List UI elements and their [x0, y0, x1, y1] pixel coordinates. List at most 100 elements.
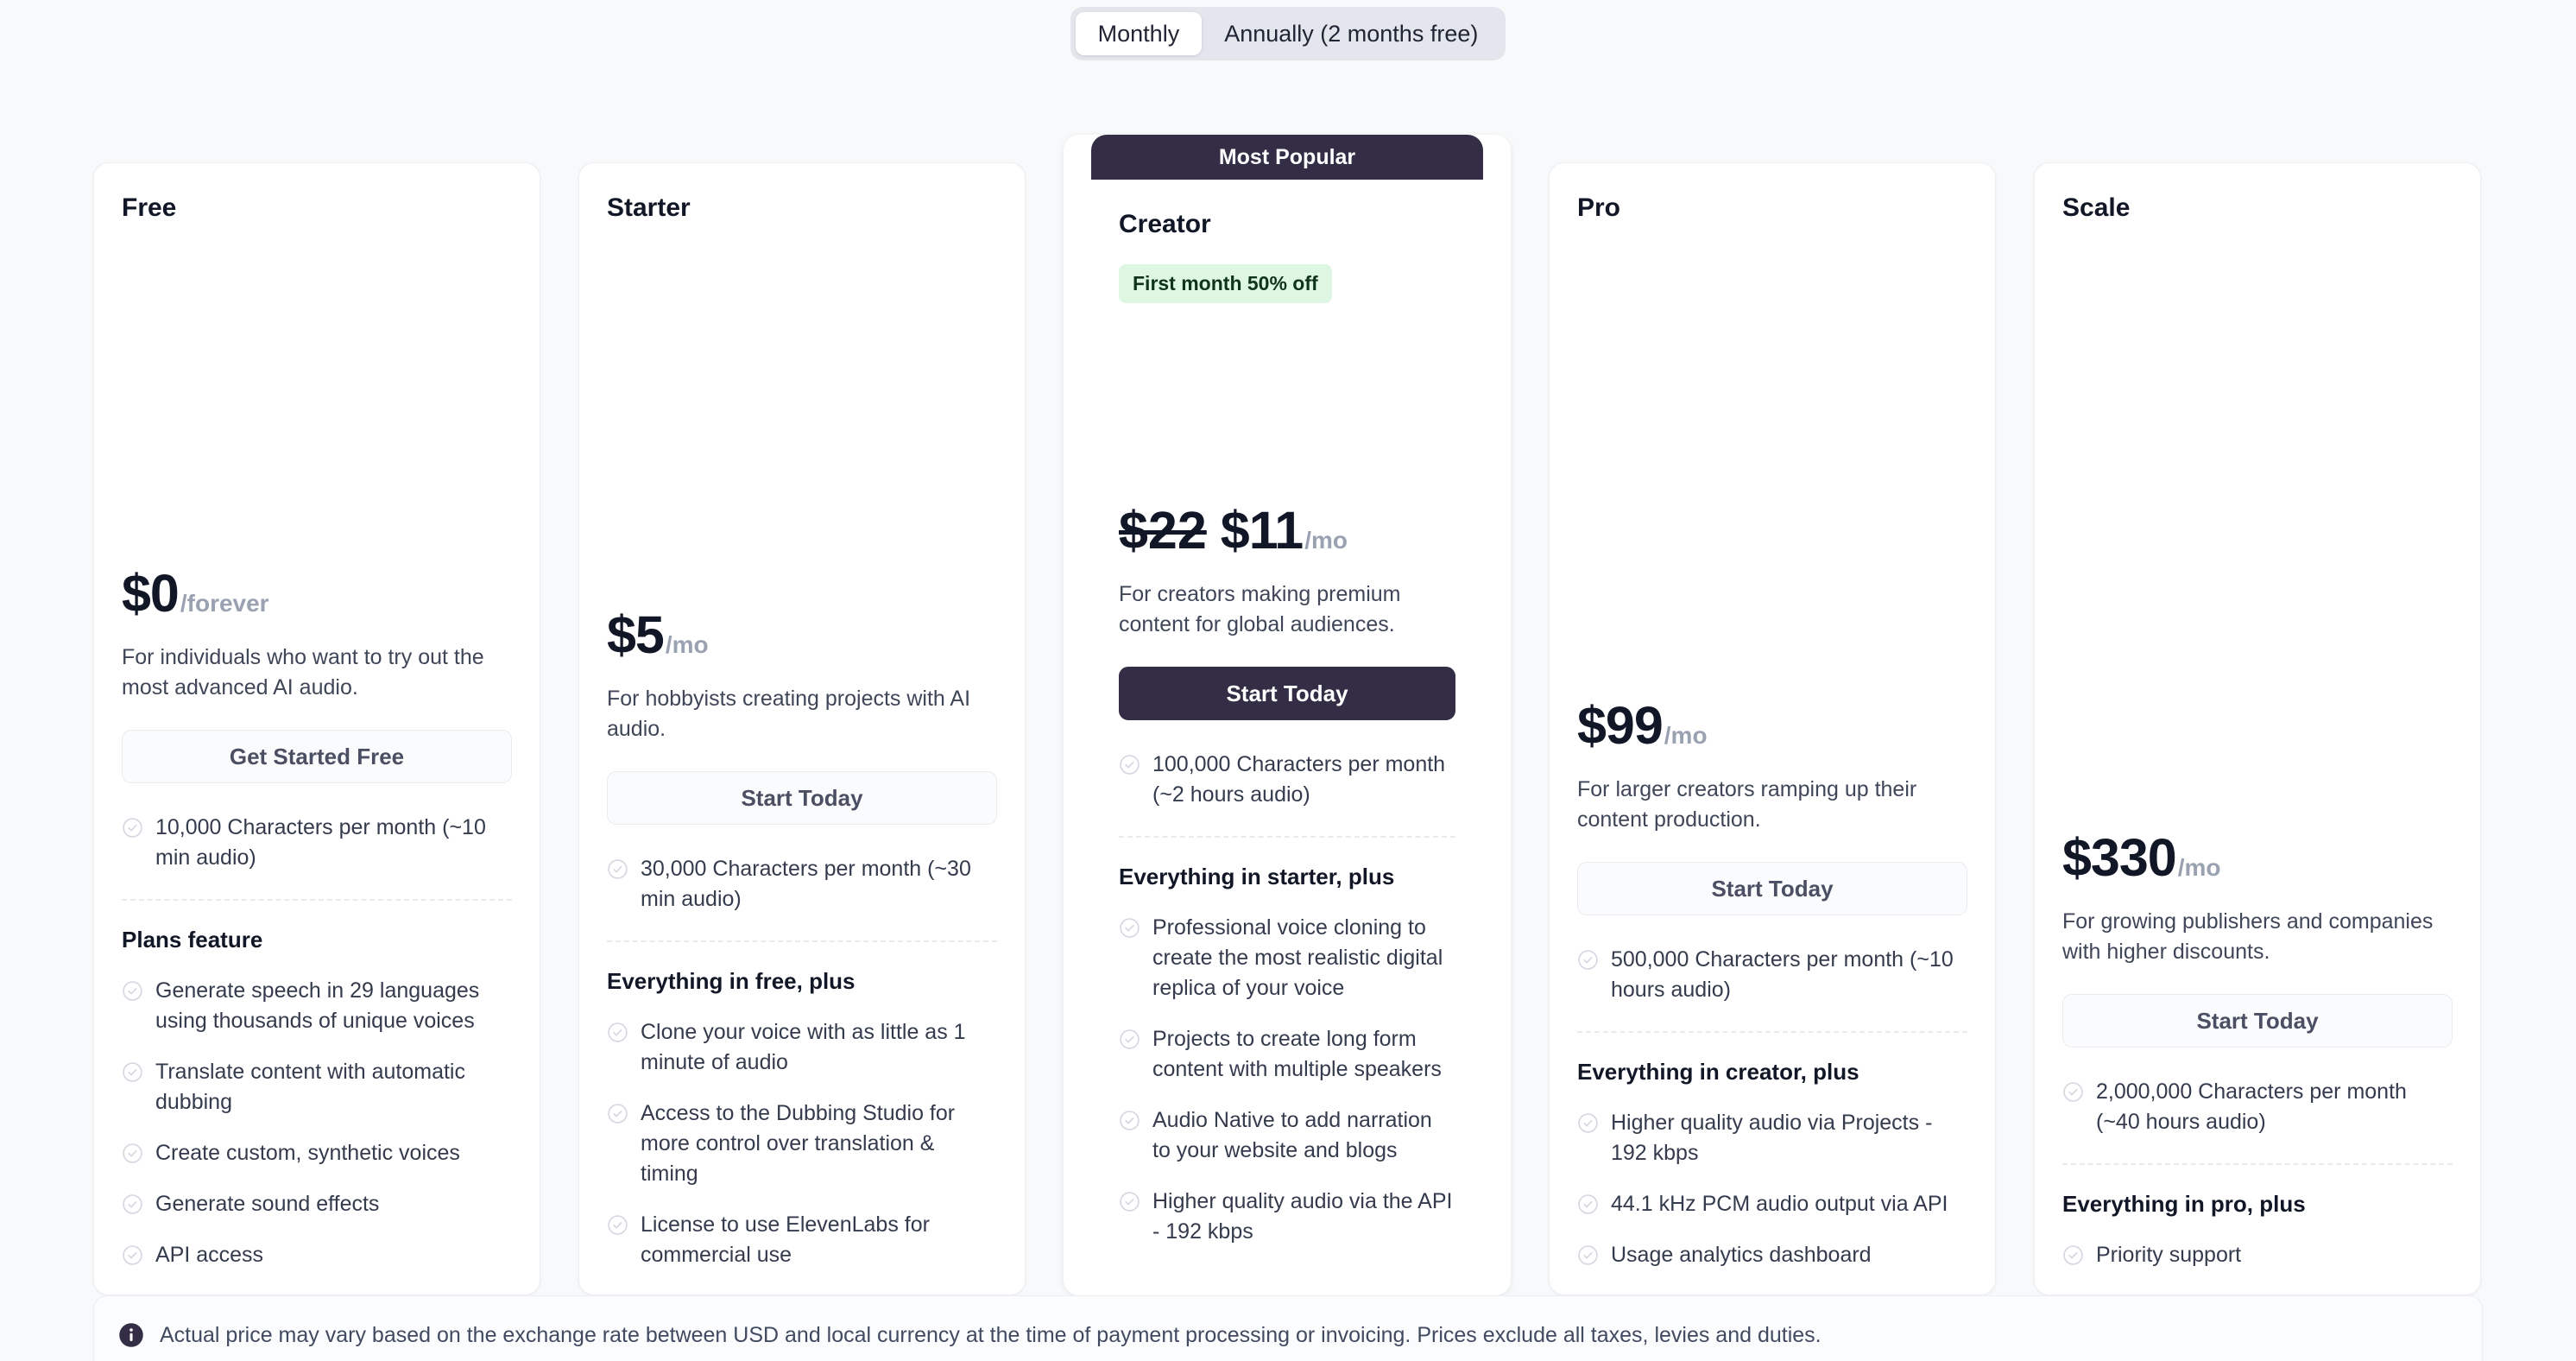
plan-quota: 2,000,000 Characters per month (~40 hour…	[2062, 1077, 2453, 1137]
price-amount: $5	[607, 605, 665, 664]
price-amount: $0	[122, 564, 180, 623]
feature-text: Generate speech in 29 languages using th…	[155, 978, 480, 1033]
disclaimer-text: Actual price may vary based on the excha…	[160, 1322, 1822, 1347]
cta-button[interactable]: Start Today	[2062, 994, 2453, 1048]
quota-text: 500,000 Characters per month (~10 hours …	[1611, 947, 1954, 1002]
feature-item: Higher quality audio via the API - 192 k…	[1119, 1187, 1455, 1247]
cta-button[interactable]: Start Today	[1577, 862, 1967, 915]
features-heading: Everything in pro, plus	[2062, 1191, 2306, 1217]
feature-text: Access to the Dubbing Studio for more co…	[641, 1101, 956, 1186]
check-circle-icon	[1120, 1111, 1140, 1130]
price-block: $22 $11 /mo	[1119, 500, 1455, 560]
check-circle-icon	[123, 1245, 142, 1265]
feature-item: Audio Native to add narration to your we…	[1119, 1105, 1455, 1166]
feature-item: Higher quality audio via Projects - 192 …	[1577, 1108, 1967, 1168]
check-circle-icon	[1120, 1192, 1140, 1212]
features-list: Generate speech in 29 languages using th…	[122, 976, 512, 1270]
price-block: $330 /mo	[2062, 827, 2453, 888]
feature-text: Translate content with automatic dubbing	[155, 1060, 465, 1114]
quota-text: 100,000 Characters per month (~2 hours a…	[1152, 752, 1446, 807]
plan-description: For growing publishers and companies wit…	[2062, 909, 2434, 964]
check-circle-icon	[1120, 918, 1140, 938]
feature-text: Create custom, synthetic voices	[155, 1141, 460, 1165]
cta-button[interactable]: Start Today	[1119, 667, 1455, 720]
plan-description: For hobbyists creating projects with AI …	[607, 687, 971, 741]
plan-quota: 10,000 Characters per month (~10 min aud…	[122, 813, 512, 873]
feature-item: Generate speech in 29 languages using th…	[122, 976, 512, 1036]
check-circle-icon	[123, 1194, 142, 1214]
plan-quota: 500,000 Characters per month (~10 hours …	[1577, 945, 1967, 1005]
plan-quota: 100,000 Characters per month (~2 hours a…	[1119, 750, 1455, 810]
check-circle-icon	[1578, 1245, 1598, 1265]
check-circle-icon	[1578, 1113, 1598, 1133]
price-period: /mo	[1664, 722, 1708, 749]
toggle-option-monthly[interactable]: Monthly	[1075, 12, 1203, 55]
cta-button[interactable]: Get Started Free	[122, 730, 512, 783]
pricing-cards-row: Free $0 /forever For individuals who wan…	[93, 135, 2483, 1295]
plan-name: Pro	[1577, 193, 1621, 222]
feature-text: Clone your voice with as little as 1 min…	[641, 1020, 966, 1074]
card-body: Creator First month 50% off $22 $11 /mo …	[1091, 180, 1483, 1271]
card-divider	[607, 940, 997, 942]
feature-text: Professional voice cloning to create the…	[1152, 915, 1443, 1000]
quota-text: 30,000 Characters per month (~30 min aud…	[641, 857, 971, 911]
pricing-card-pro: Pro $99 /mo For larger creators ramping …	[1549, 162, 1996, 1295]
price-block: $99 /mo	[1577, 695, 1967, 756]
card-divider	[1577, 1031, 1967, 1033]
check-circle-icon	[608, 1215, 628, 1235]
pricing-card-creator: Most Popular Creator First month 50% off…	[1064, 135, 1511, 1295]
info-icon	[119, 1323, 143, 1347]
plan-description: For individuals who want to try out the …	[122, 645, 484, 699]
most-popular-banner: Most Popular	[1091, 135, 1483, 180]
price-row: $22 $11 /mo	[1119, 500, 1455, 560]
billing-period-toggle[interactable]: Monthly Annually (2 months free)	[1070, 7, 1506, 60]
features-heading: Everything in starter, plus	[1119, 864, 1395, 889]
price-block: $0 /forever	[122, 563, 512, 624]
feature-item: API access	[122, 1240, 512, 1270]
price-disclaimer-bar: Actual price may vary based on the excha…	[93, 1295, 2483, 1361]
price-period: /mo	[665, 631, 709, 658]
check-circle-icon	[123, 1143, 142, 1163]
price-original: $22	[1119, 501, 1207, 560]
price-row: $330 /mo	[2062, 827, 2453, 888]
feature-text: Higher quality audio via Projects - 192 …	[1611, 1111, 1933, 1165]
check-circle-icon	[608, 859, 628, 879]
price-amount: $11	[1220, 501, 1304, 560]
price-block: $5 /mo	[607, 605, 997, 665]
plan-name: Starter	[607, 193, 691, 222]
features-heading: Plans feature	[122, 927, 263, 953]
check-circle-icon	[1578, 1194, 1598, 1214]
check-circle-icon	[2063, 1082, 2083, 1102]
quota-text: 2,000,000 Characters per month (~40 hour…	[2096, 1079, 2407, 1134]
plan-description: For creators making premium content for …	[1119, 582, 1401, 636]
feature-item: Clone your voice with as little as 1 min…	[607, 1017, 997, 1078]
check-circle-icon	[123, 981, 142, 1001]
check-circle-icon	[608, 1022, 628, 1042]
features-heading: Everything in free, plus	[607, 968, 856, 994]
cta-button[interactable]: Start Today	[607, 771, 997, 825]
card-divider	[2062, 1163, 2453, 1165]
promo-badge: First month 50% off	[1119, 264, 1332, 303]
feature-item: 44.1 kHz PCM audio output via API	[1577, 1189, 1967, 1219]
price-period: /mo	[1304, 527, 1348, 554]
plan-name: Creator	[1119, 210, 1211, 238]
price-period: /forever	[180, 590, 269, 617]
check-circle-icon	[1120, 1029, 1140, 1049]
toggle-option-annually[interactable]: Annually (2 months free)	[1202, 12, 1500, 55]
price-row: $99 /mo	[1577, 695, 1967, 756]
price-amount: $330	[2062, 828, 2177, 887]
price-amount: $99	[1577, 696, 1664, 755]
feature-text: Usage analytics dashboard	[1611, 1243, 1872, 1267]
check-circle-icon	[123, 1062, 142, 1082]
feature-text: Projects to create long form content wit…	[1152, 1027, 1442, 1081]
feature-text: Priority support	[2096, 1243, 2242, 1267]
quota-text: 10,000 Characters per month (~10 min aud…	[155, 815, 486, 870]
price-row: $0 /forever	[122, 563, 512, 624]
pricing-card-free: Free $0 /forever For individuals who wan…	[93, 162, 540, 1295]
plan-name: Free	[122, 193, 177, 222]
plan-description: For larger creators ramping up their con…	[1577, 777, 1917, 832]
plan-name: Scale	[2062, 193, 2131, 222]
plan-quota: 30,000 Characters per month (~30 min aud…	[607, 854, 997, 915]
billing-toggle-container: Monthly Annually (2 months free)	[0, 7, 2576, 60]
pricing-card-scale: Scale $330 /mo For growing publishers an…	[2034, 162, 2481, 1295]
